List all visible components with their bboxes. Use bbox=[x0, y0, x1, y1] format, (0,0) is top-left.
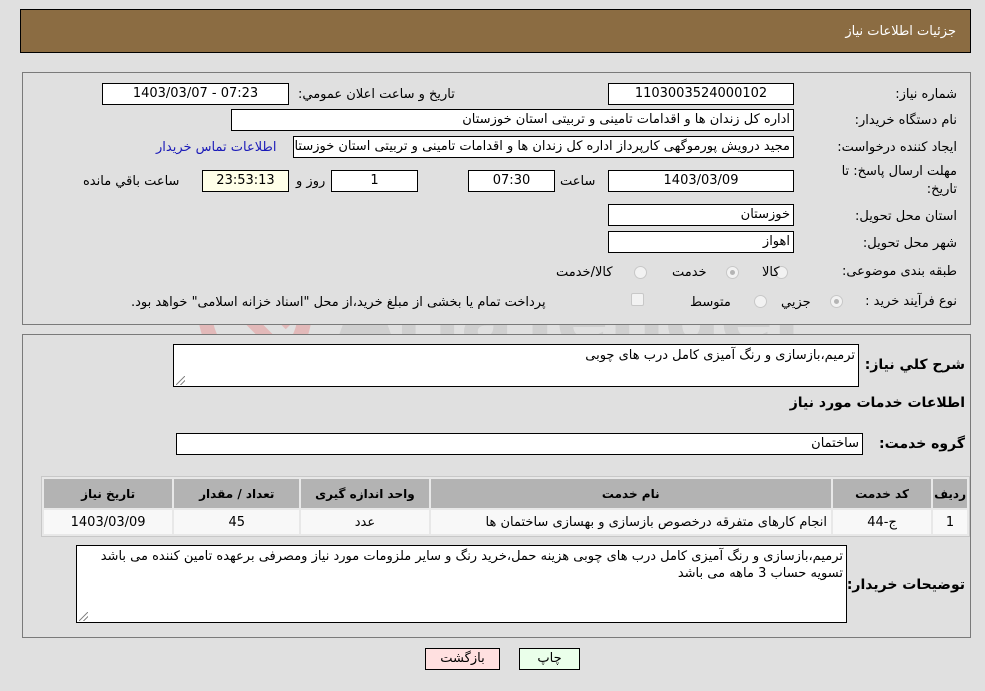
service-group-label: گروه خدمت: bbox=[879, 436, 965, 452]
col-service-code: کد خدمت bbox=[832, 479, 932, 508]
city-label: شهر محل تحویل: bbox=[862, 236, 957, 251]
remaining-time-field: 23:53:13 bbox=[202, 170, 289, 192]
province-label: استان محل تحویل: bbox=[855, 209, 957, 224]
col-service-name: نام خدمت bbox=[430, 479, 831, 508]
cell-need-date: 1403/03/09 bbox=[44, 510, 173, 534]
table-row: 1 ج-44 انجام کارهای متفرقه درخصوص بازساز… bbox=[44, 510, 967, 534]
creator-field: مجید درویش پورموگهی کارپرداز اداره کل زن… bbox=[293, 136, 794, 158]
category-goods-label: کالا bbox=[762, 265, 780, 280]
city-field: اهواز bbox=[608, 231, 794, 253]
back-button[interactable]: بازگشت bbox=[425, 648, 500, 670]
process-minor-label: جزيي bbox=[781, 295, 811, 310]
days-remaining-field: 1 bbox=[331, 170, 418, 192]
col-need-date: تاریخ نیاز bbox=[44, 479, 173, 508]
buyer-contact-link[interactable]: اطلاعات تماس خریدار bbox=[156, 140, 276, 155]
buyer-notes-label: توضیحات خریدار: bbox=[846, 577, 965, 593]
cell-unit: عدد bbox=[301, 510, 429, 534]
category-label: طبقه بندی موضوعی: bbox=[841, 264, 957, 279]
summary-text: ترمیم،بازسازی و رنگ آمیزی کامل درب های چ… bbox=[585, 348, 855, 363]
category-service-label: خدمت bbox=[672, 265, 707, 280]
buyer-org-field: اداره کل زندان ها و اقدامات تامینی و ترب… bbox=[231, 109, 794, 131]
need-number-field: 1103003524000102 bbox=[608, 83, 794, 105]
creator-label: ایجاد کننده درخواست: bbox=[837, 140, 957, 155]
treasury-bonds-checkbox[interactable] bbox=[631, 293, 644, 306]
days-label: روز و bbox=[296, 174, 326, 189]
process-medium-radio[interactable] bbox=[754, 295, 767, 308]
buyer-notes-text: ترمیم،بازسازی و رنگ آمیزی کامل درب های چ… bbox=[100, 549, 843, 581]
process-type-label: نوع فرآیند خرید : bbox=[865, 294, 957, 309]
table-header-row: ردیف کد خدمت نام خدمت واحد اندازه گیری ت… bbox=[44, 479, 967, 508]
cell-row-number: 1 bbox=[933, 510, 967, 534]
buyer-org-label: نام دستگاه خریدار: bbox=[854, 113, 957, 128]
resize-grip-icon[interactable] bbox=[79, 612, 88, 621]
need-info-panel: شماره نیاز: 1103003524000102 تاریخ و ساع… bbox=[22, 72, 971, 325]
col-quantity: تعداد / مقدار bbox=[174, 479, 300, 508]
category-goods-service-label: کالا/خدمت bbox=[556, 265, 613, 280]
need-number-label: شماره نیاز: bbox=[895, 87, 957, 102]
cell-quantity: 45 bbox=[174, 510, 300, 534]
col-unit: واحد اندازه گیری bbox=[301, 479, 429, 508]
service-details-panel: شرح کلي نیاز: ترمیم،بازسازی و رنگ آمیزی … bbox=[22, 334, 971, 638]
page-header: جزئیات اطلاعات نیاز bbox=[20, 9, 971, 53]
category-goods-service-radio[interactable] bbox=[634, 266, 647, 279]
announce-datetime-field: 1403/03/07 - 07:23 bbox=[102, 83, 289, 105]
deadline-label-line1: مهلت ارسال پاسخ: تا bbox=[841, 164, 957, 179]
col-row-number: ردیف bbox=[933, 479, 967, 508]
remaining-time-label: ساعت باقي مانده bbox=[83, 174, 180, 189]
category-service-radio[interactable] bbox=[726, 266, 739, 279]
cell-service-code: ج-44 bbox=[832, 510, 932, 534]
cell-service-name: انجام کارهای متفرقه درخصوص بازسازی و بهس… bbox=[430, 510, 831, 534]
print-button[interactable]: چاپ bbox=[519, 648, 580, 670]
services-heading: اطلاعات خدمات مورد نیاز bbox=[789, 395, 965, 411]
process-medium-label: متوسط bbox=[690, 295, 731, 310]
treasury-bonds-label: پرداخت تمام یا بخشی از مبلغ خرید،از محل … bbox=[131, 295, 546, 310]
announce-label: تاریخ و ساعت اعلان عمومي: bbox=[298, 87, 455, 102]
summary-textarea[interactable]: ترمیم،بازسازی و رنگ آمیزی کامل درب های چ… bbox=[173, 344, 859, 387]
resize-grip-icon[interactable] bbox=[176, 376, 185, 385]
summary-label: شرح کلي نیاز: bbox=[864, 357, 965, 373]
deadline-label-line2: تاریخ: bbox=[926, 182, 957, 197]
service-group-field: ساختمان bbox=[176, 433, 863, 455]
services-table: ردیف کد خدمت نام خدمت واحد اندازه گیری ت… bbox=[41, 476, 970, 537]
deadline-date-field: 1403/03/09 bbox=[608, 170, 794, 192]
page-title: جزئیات اطلاعات نیاز bbox=[845, 24, 956, 39]
process-minor-radio[interactable] bbox=[830, 295, 843, 308]
deadline-time-field: 07:30 bbox=[468, 170, 555, 192]
deadline-time-label: ساعت bbox=[560, 174, 596, 189]
buyer-notes-textarea[interactable]: ترمیم،بازسازی و رنگ آمیزی کامل درب های چ… bbox=[76, 545, 847, 623]
province-field: خوزستان bbox=[608, 204, 794, 226]
